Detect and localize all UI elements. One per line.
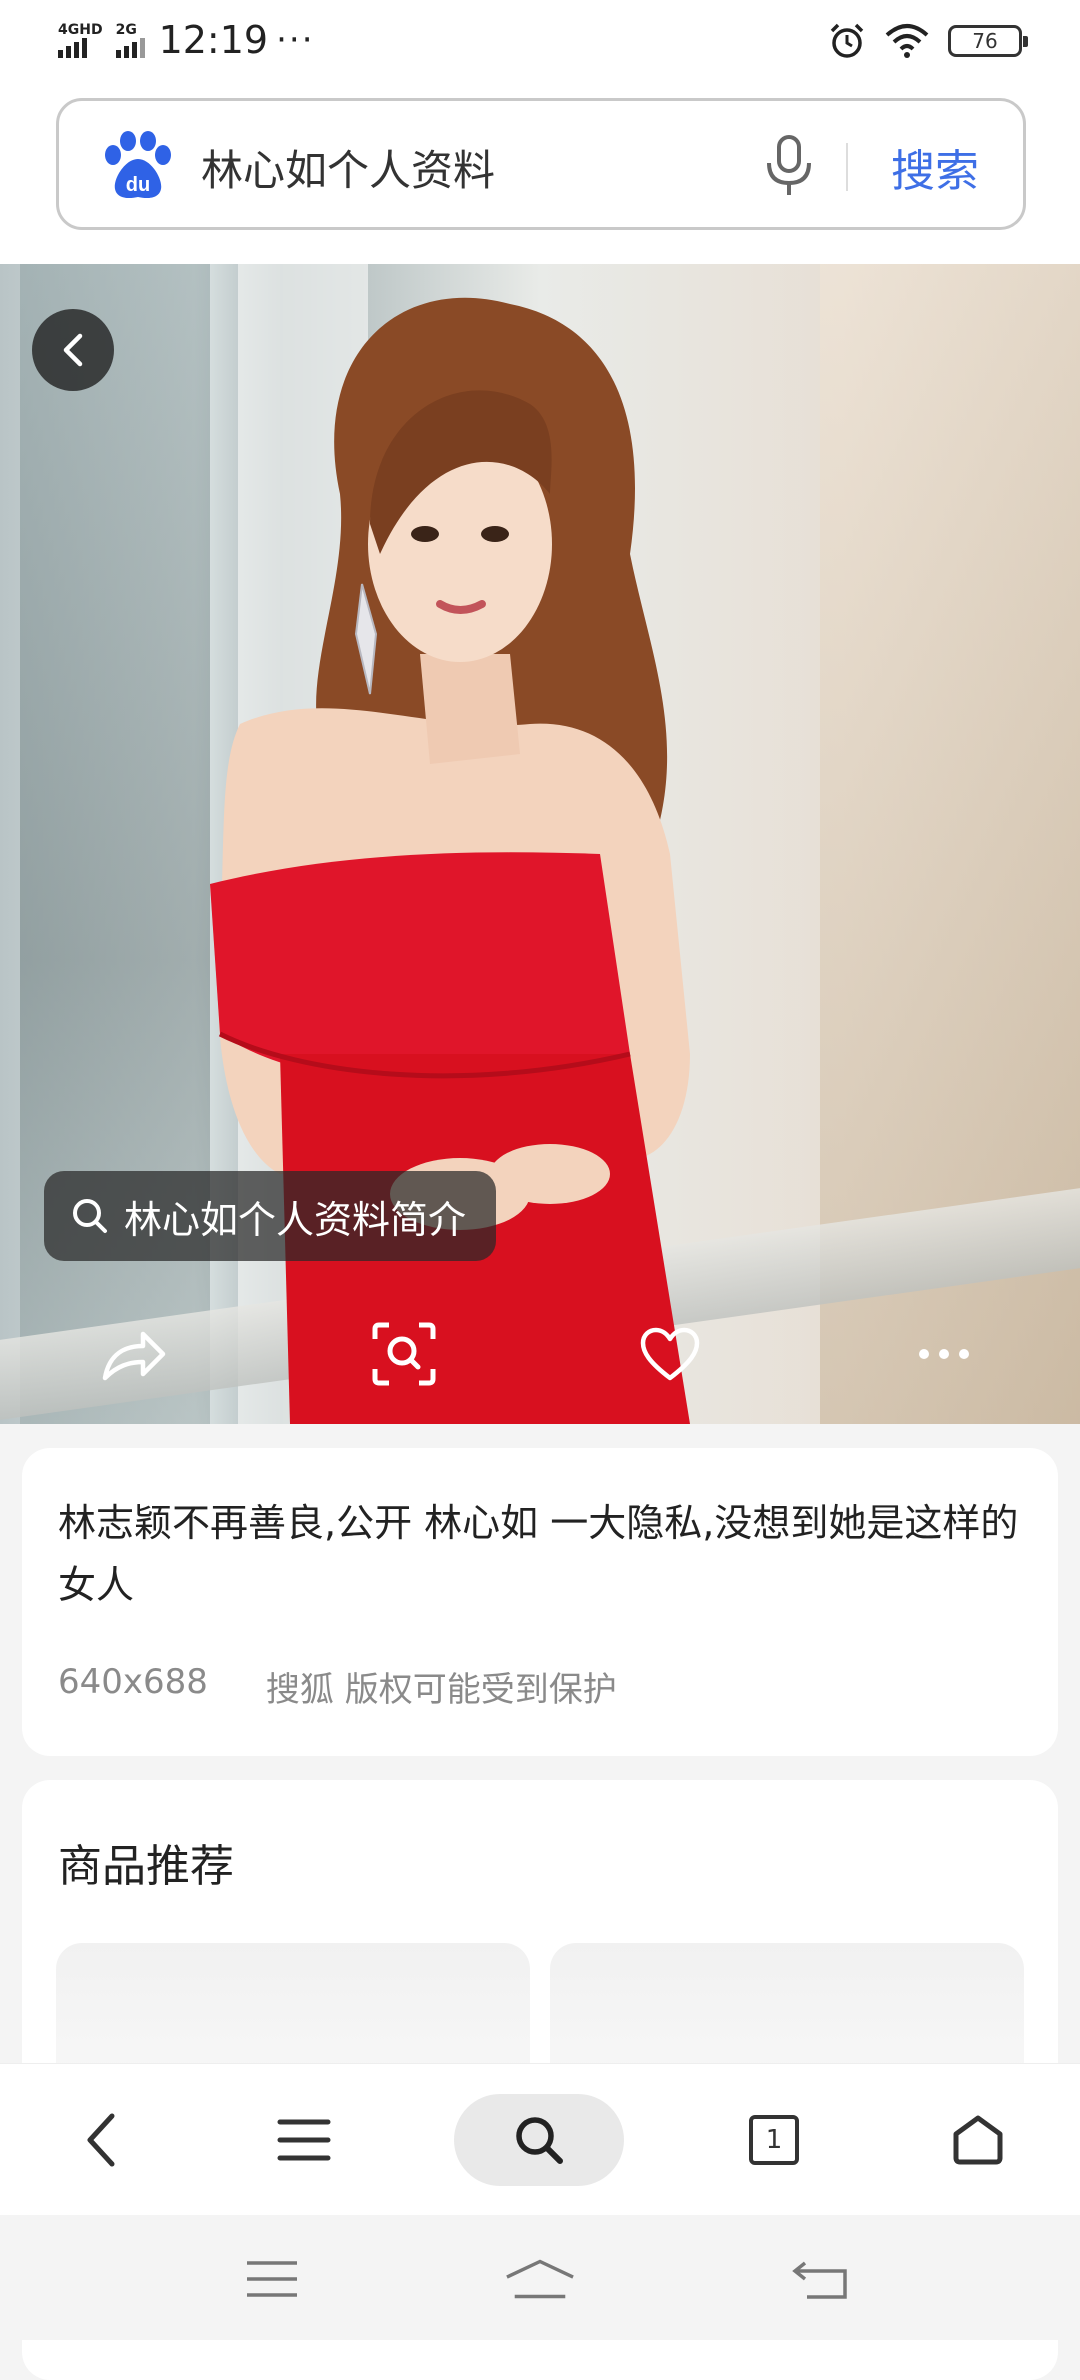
back-icon: [792, 2261, 847, 2299]
image-dimensions: 640x688: [58, 1662, 208, 1702]
search-button[interactable]: 搜索: [891, 135, 979, 199]
system-home-button[interactable]: [505, 2249, 575, 2309]
tabs-button[interactable]: 1: [734, 2100, 814, 2180]
network-type-label: 2G: [115, 22, 137, 38]
visual-search-icon: [372, 1322, 436, 1386]
tab-count: 1: [765, 2125, 783, 2155]
wifi-icon: [885, 24, 929, 58]
back-button[interactable]: [32, 309, 114, 391]
system-menu-button[interactable]: [237, 2249, 307, 2309]
microphone-icon[interactable]: [759, 133, 819, 199]
alarm-icon: [830, 23, 864, 58]
battery-level: 76: [972, 29, 998, 53]
search-header: du 林心如个人资料 搜索: [0, 86, 1080, 264]
image-meta: 640x688 搜狐 版权可能受到保护: [58, 1662, 617, 1711]
home-button[interactable]: [938, 2100, 1018, 2180]
search-icon: [73, 1199, 107, 1233]
network-type-label: 4GHD: [58, 22, 103, 38]
status-bar: 4GHD 2G 12:19 ··· 76: [0, 0, 1080, 86]
svg-text:du: du: [126, 174, 150, 196]
more-button[interactable]: [904, 1314, 984, 1394]
system-back-button[interactable]: [786, 2249, 856, 2309]
battery-icon: 76: [948, 25, 1028, 57]
search-nav-button[interactable]: [454, 2094, 624, 2186]
search-divider: [846, 143, 848, 191]
favorite-button[interactable]: [630, 1314, 710, 1394]
image-action-bar: [0, 1304, 1080, 1404]
menu-button[interactable]: [264, 2100, 344, 2180]
browser-bottom-nav: 1: [0, 2063, 1080, 2215]
menu-icon: [277, 2119, 331, 2161]
home-icon: [953, 2115, 1003, 2165]
baidu-paw-logo-icon: du: [105, 131, 171, 199]
search-icon: [516, 2117, 563, 2164]
system-nav-bar: [0, 2215, 1080, 2340]
cellular-signal-icon: 4GHD 2G: [58, 22, 145, 58]
more-icon: [919, 1349, 969, 1359]
image-source: 搜狐 版权可能受到保护: [265, 1670, 617, 1710]
menu-icon: [247, 2261, 297, 2297]
search-bar[interactable]: du 林心如个人资料 搜索: [56, 98, 1026, 230]
tab-count-icon: 1: [749, 2115, 799, 2165]
search-input[interactable]: 林心如个人资料: [201, 137, 495, 198]
clock: 12:19: [158, 18, 269, 62]
related-search-label: 林心如个人资料简介: [124, 1197, 467, 1242]
chevron-left-icon: [87, 2113, 115, 2167]
section-title: 商品推荐: [58, 1841, 234, 1892]
related-search-tag[interactable]: 林心如个人资料简介: [44, 1171, 497, 1261]
image-preview[interactable]: 林心如个人资料简介: [0, 264, 1080, 1424]
chevron-left-icon: [63, 333, 83, 367]
image-title[interactable]: 林志颖不再善良,公开 林心如 一大隐私,没想到她是这样的女人: [58, 1492, 1038, 1616]
visual-search-button[interactable]: [364, 1314, 444, 1394]
share-button[interactable]: [94, 1314, 174, 1394]
favorite-icon: [640, 1327, 700, 1381]
nav-back-button[interactable]: [62, 2100, 142, 2180]
home-icon: [506, 2259, 574, 2299]
notification-more-icon: ···: [276, 20, 315, 60]
image-info-card[interactable]: 林志颖不再善良,公开 林心如 一大隐私,没想到她是这样的女人 640x688 搜…: [22, 1448, 1058, 1756]
share-icon: [102, 1331, 166, 1381]
